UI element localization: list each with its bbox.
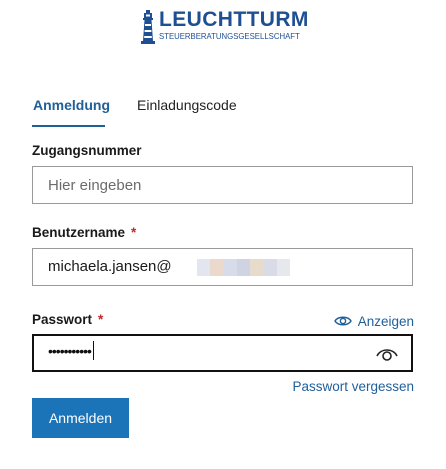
password-label-text: Passwort xyxy=(32,312,93,327)
tab-einladungscode[interactable]: Einladungscode xyxy=(137,96,237,114)
access-number-label-text: Zugangsnummer xyxy=(32,143,142,158)
password-value[interactable]: ••••••••••• xyxy=(48,341,94,361)
tab-anmeldung[interactable]: Anmeldung xyxy=(33,96,110,114)
username-value[interactable]: michaela.jansen@ xyxy=(48,258,172,275)
text-caret xyxy=(92,341,94,361)
active-tab-indicator xyxy=(32,125,105,127)
brand-name: LEUCHTTURM xyxy=(159,8,309,31)
lighthouse-icon xyxy=(141,10,155,44)
username-label: Benutzername * xyxy=(32,225,136,240)
username-label-text: Benutzername xyxy=(32,225,126,240)
eye-icon xyxy=(333,316,352,326)
brand-logo: LEUCHTTURM STEUERBERATUNGSGESELLSCHAFT xyxy=(140,8,310,46)
required-marker: * xyxy=(98,312,104,327)
login-button[interactable]: Anmelden xyxy=(32,398,129,438)
password-field[interactable]: ••••••••••• xyxy=(32,334,413,372)
access-number-input[interactable] xyxy=(48,167,378,203)
username-field[interactable]: michaela.jansen@ xyxy=(32,248,413,286)
password-masked: ••••••••••• xyxy=(48,343,92,359)
access-number-label: Zugangsnummer xyxy=(32,143,142,158)
redacted-email-domain xyxy=(197,259,290,276)
show-password-link[interactable]: Anzeigen xyxy=(333,312,414,330)
forgot-password-link[interactable]: Passwort vergessen xyxy=(292,379,414,394)
required-marker: * xyxy=(131,225,137,240)
brand-tagline: STEUERBERATUNGSGESELLSCHAFT xyxy=(159,32,300,41)
access-number-field[interactable] xyxy=(32,166,413,204)
password-label: Passwort * xyxy=(32,312,103,327)
toggle-visibility-eye-icon[interactable] xyxy=(375,345,399,363)
show-password-label[interactable]: Anzeigen xyxy=(358,314,414,329)
